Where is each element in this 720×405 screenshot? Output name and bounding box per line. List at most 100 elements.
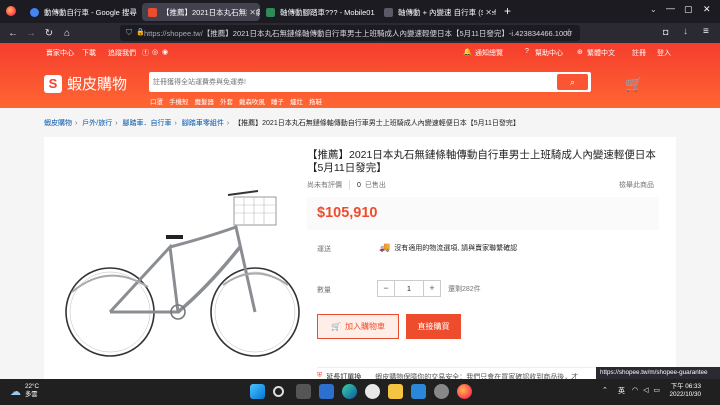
chevron-up-icon[interactable]: ⌃ (602, 386, 608, 394)
settings-icon[interactable] (434, 384, 449, 399)
notifications-link[interactable]: 通知總覽 (475, 48, 503, 58)
search-button[interactable]: ⌕ (557, 74, 588, 90)
chevron-right-icon: › (115, 120, 118, 127)
signup-link[interactable]: 註冊 (632, 48, 646, 58)
taskbar-clock[interactable]: 下午 06:33 2022/10/30 (665, 383, 701, 399)
seller-center-link[interactable]: 賣家中心 (46, 48, 74, 58)
breadcrumb-link[interactable]: 戶外/旅行 (82, 120, 112, 127)
bell-icon[interactable]: 🔔 (463, 48, 472, 56)
tab-shopee-product[interactable]: 【推薦】2021日本丸石無鏈條軸 ✕ (142, 3, 260, 21)
search-icon: ⌕ (569, 77, 576, 87)
language-select[interactable]: 繁體中文 (587, 48, 615, 58)
temperature: 22°C (25, 383, 40, 390)
increment-button[interactable]: + (423, 280, 441, 297)
url-bar[interactable]: ⛉ 🔒 https://shopee.tw/ 【推薦】2021日本丸石無鏈條軸傳… (120, 25, 580, 41)
shopee-logo[interactable]: S 蝦皮購物 (44, 73, 127, 94)
login-link[interactable]: 登入 (657, 48, 671, 58)
close-tab-icon[interactable]: ✕ (483, 7, 492, 17)
globe-icon[interactable]: ⊕ (577, 48, 583, 56)
quantity-input[interactable]: 1 (395, 280, 423, 297)
close-tab-icon[interactable]: ✕ (247, 7, 256, 17)
weather-widget[interactable]: ☁ 22°C 多雲 (10, 383, 39, 399)
breadcrumb-link[interactable]: 腳踏車．自行車 (123, 120, 172, 127)
tab-title: 【推薦】2021日本丸石無鏈條軸 (162, 7, 260, 17)
cloud-icon: ☁ (10, 385, 21, 398)
tab-mobile01[interactable]: 軸傳動腳踏車??? - Mobile01 (260, 3, 378, 21)
follow-us-label: 追蹤我們 (108, 50, 136, 57)
back-icon[interactable]: ← (4, 28, 22, 39)
hotword-link[interactable]: 睡子 (271, 96, 284, 106)
widgets-icon[interactable] (319, 384, 334, 399)
buy-now-button[interactable]: 直接購買 (406, 314, 461, 339)
shield-icon[interactable]: ⛉ (126, 28, 132, 38)
battery-icon[interactable]: ▭ (653, 387, 660, 394)
add-cart-icon: 🛒 (331, 322, 341, 331)
hotword-link[interactable]: 外套 (220, 96, 233, 106)
close-window-icon[interactable]: ✕ (703, 4, 711, 15)
system-tray[interactable]: ⌃ 英 ◠ ◁ ▭ (602, 386, 660, 395)
pocket-icon[interactable]: ◘ (663, 27, 668, 37)
no-reviews-label: 尚未有評價 (307, 182, 342, 189)
product-title: 【推薦】2021日本丸石無鏈條軸傳動自行車男士上班騎成人內變速輕便日本【5月11… (307, 149, 656, 174)
help-icon[interactable]: ? (525, 48, 529, 55)
breadcrumb-current: 【推薦】2021日本丸石無鏈條軸傳動自行車男士上班騎成人內變速輕便日本【5月11… (234, 120, 520, 127)
search-icon[interactable] (273, 386, 284, 397)
facebook-icon[interactable]: ⓕ (142, 48, 149, 58)
chevron-right-icon: › (75, 120, 78, 127)
hotword-link[interactable]: 拖鞋 (309, 96, 322, 106)
task-view-icon[interactable] (296, 384, 311, 399)
instagram-icon[interactable]: ◎ (152, 48, 158, 56)
file-explorer-icon[interactable] (388, 384, 403, 399)
downloads-icon[interactable]: ↓ (683, 26, 688, 37)
product-card: 【推薦】2021日本丸石無鏈條軸傳動自行車男士上班騎成人內變速輕便日本【5月11… (44, 137, 676, 385)
home-icon[interactable]: ⌂ (58, 28, 76, 39)
firefox-menu-icon[interactable] (6, 6, 16, 16)
maximize-icon[interactable]: ▢ (684, 4, 693, 15)
media-player-icon[interactable] (365, 384, 380, 399)
breadcrumb: 蝦皮購物 › 戶外/旅行 › 腳踏車．自行車 › 腳踏車零組件 › 【推薦】2021日本… (44, 118, 520, 128)
search-input[interactable] (153, 75, 543, 89)
page-icon (384, 7, 393, 17)
hotword-link[interactable]: 手機殼 (169, 96, 189, 106)
menu-icon[interactable]: ≡ (703, 26, 709, 37)
browser-nav-bar: ← → ↻ ⌂ ⛉ 🔒 https://shopee.tw/ 【推薦】2021日… (0, 23, 720, 43)
report-link[interactable]: 檢舉此商品 (619, 180, 654, 190)
search-bar: ⌕ (149, 72, 591, 92)
shopee-icon (148, 7, 157, 17)
bookmark-star-icon[interactable]: ☆ (565, 27, 573, 38)
wifi-icon[interactable]: ◠ (632, 387, 638, 394)
line-icon[interactable]: ◉ (162, 48, 168, 56)
start-icon[interactable] (250, 384, 265, 399)
add-to-cart-button[interactable]: 🛒 加入購物車 (317, 314, 399, 339)
shopee-header: 賣家中心 下載 追蹤我們 ⓕ ◎ ◉ 🔔 通知總覽 ? 幫助中心 ⊕ 繁體中文 … (0, 43, 720, 108)
decrement-button[interactable]: − (377, 280, 395, 297)
edge-icon[interactable] (342, 384, 357, 399)
reload-icon[interactable]: ↻ (40, 28, 58, 39)
tab-google-search[interactable]: 動傳動自行車 - Google 搜尋 (24, 3, 142, 21)
hotword-link[interactable]: 魔髮器 (195, 96, 215, 106)
product-stats: 尚未有評價 0 已售出 (307, 180, 386, 190)
cart-icon[interactable]: 🛒 (625, 76, 642, 93)
hotword-link[interactable]: 爐灶 (290, 96, 303, 106)
download-link[interactable]: 下載 (82, 48, 96, 58)
breadcrumb-link[interactable]: 腳踏車零組件 (182, 120, 224, 127)
hotword-link[interactable]: 口罩 (150, 96, 163, 106)
new-tab-button[interactable]: + (504, 4, 511, 18)
quantity-label: 數量 (317, 287, 331, 294)
hotword-link[interactable]: 戴森吹風 (239, 96, 265, 106)
tab-list-icon[interactable]: ⌄ (650, 5, 657, 14)
bicycle-product-image[interactable] (58, 167, 318, 367)
volume-icon[interactable]: ◁ (643, 387, 648, 394)
tab-shefy[interactable]: 軸傳動 + 內變速 自行車 (Shef ✕ (378, 3, 496, 21)
store-icon[interactable] (411, 384, 426, 399)
forward-icon[interactable]: → (22, 28, 40, 39)
quantity-stepper: − 1 + 還剩282件 (377, 280, 481, 297)
logo-text: 蝦皮購物 (67, 76, 128, 93)
firefox-taskbar-icon[interactable] (457, 384, 472, 399)
shipping-row: 🚚 沒有適用的物流選項, 請與賣家聯繫確認 (379, 242, 517, 253)
lock-icon[interactable]: 🔒 (136, 28, 145, 36)
minimize-icon[interactable]: — (666, 3, 675, 13)
breadcrumb-link[interactable]: 蝦皮購物 (44, 120, 72, 127)
ime-indicator[interactable]: 英 (618, 386, 625, 396)
help-center-link[interactable]: 幫助中心 (535, 48, 563, 58)
